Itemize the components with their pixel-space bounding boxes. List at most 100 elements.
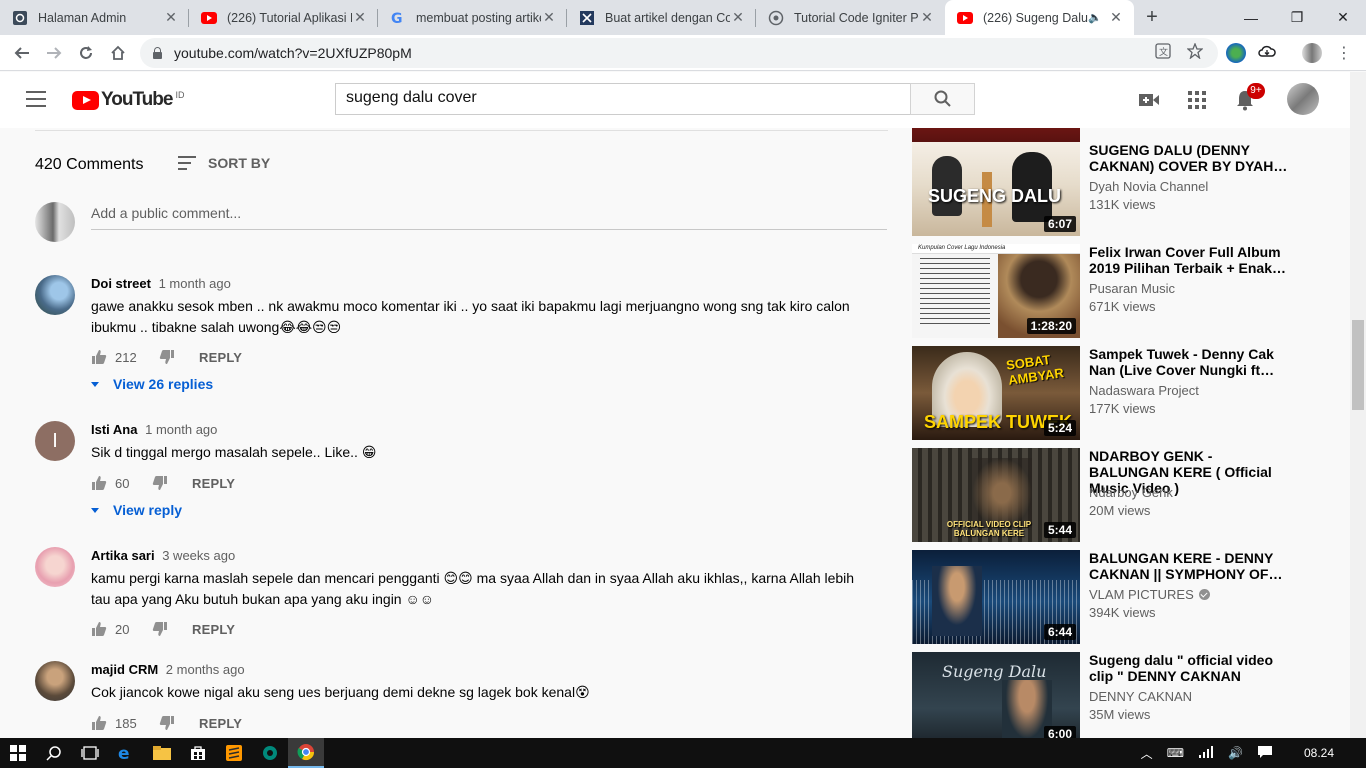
browser-tab-3[interactable]: G membuat posting artikel ✕	[378, 0, 567, 35]
video-title[interactable]: Felix Irwan Cover Full Album 2019 Piliha…	[1089, 244, 1289, 276]
thumbs-up-icon[interactable]	[91, 349, 107, 365]
thumbs-down-icon[interactable]	[152, 475, 168, 491]
comment-time[interactable]: 1 month ago	[159, 276, 231, 291]
video-title[interactable]: Sampek Tuwek - Denny Cak Nan (Live Cover…	[1089, 346, 1289, 378]
store-icon[interactable]	[180, 738, 216, 768]
channel-name[interactable]: Ndarboy Genk	[1089, 485, 1173, 500]
comment-time[interactable]: 1 month ago	[145, 422, 217, 437]
video-thumbnail[interactable]: SUGENG DALU 6:07	[912, 142, 1080, 236]
video-title[interactable]: SUGENG DALU (DENNY CAKNAN) COVER BY DYAH…	[1089, 142, 1289, 174]
thumbs-down-icon[interactable]	[159, 349, 175, 365]
view-replies-button[interactable]: View 26 replies	[91, 376, 213, 392]
close-icon[interactable]: ✕	[1108, 9, 1124, 26]
video-thumbnail[interactable]: Sugeng Dalu 6:00	[912, 652, 1080, 738]
reply-button[interactable]: REPLY	[192, 622, 235, 637]
avatar[interactable]	[35, 661, 75, 701]
channel-name[interactable]: DENNY CAKNAN	[1089, 689, 1192, 704]
minimize-button[interactable]: —	[1228, 0, 1274, 35]
speaker-icon[interactable]: 🔈	[1088, 11, 1102, 24]
action-center-icon[interactable]	[1257, 745, 1273, 762]
app-icon[interactable]	[252, 738, 288, 768]
close-window-button[interactable]: ✕	[1320, 0, 1366, 35]
network-icon[interactable]	[1198, 745, 1214, 762]
edge-browser-icon[interactable]: e	[108, 738, 144, 768]
reply-button[interactable]: REPLY	[192, 476, 235, 491]
view-replies-button[interactable]: View reply	[91, 502, 182, 518]
recommendation-item[interactable]: OFFICIAL VIDEO CLIP BALUNGAN KERE 5:44 N…	[912, 448, 1342, 542]
more-menu-icon[interactable]: ⋮	[1336, 43, 1352, 63]
video-title[interactable]: Sugeng dalu " official video clip " DENN…	[1089, 652, 1289, 684]
scrollbar-thumb[interactable]	[1352, 320, 1364, 410]
thumbs-down-icon[interactable]	[152, 621, 168, 637]
channel-name[interactable]: VLAM PICTURES	[1089, 587, 1210, 602]
avatar[interactable]	[35, 547, 75, 587]
forward-button[interactable]	[40, 39, 68, 67]
close-icon[interactable]: ✕	[352, 9, 368, 26]
chevron-up-icon[interactable]: ︿	[1141, 745, 1153, 762]
recommendation-item[interactable]: Sugeng Dalu 6:00 Sugeng dalu " official …	[912, 652, 1342, 738]
channel-name[interactable]: Nadaswara Project	[1089, 383, 1199, 398]
comment-time[interactable]: 2 months ago	[166, 662, 245, 677]
close-icon[interactable]: ✕	[730, 9, 746, 26]
search-button[interactable]	[910, 83, 975, 115]
extension-icon[interactable]	[1226, 43, 1246, 63]
menu-icon[interactable]	[26, 91, 46, 107]
add-comment-input[interactable]: Add a public comment...	[91, 205, 241, 221]
close-icon[interactable]: ✕	[919, 9, 935, 26]
comment-author[interactable]: Artika sari	[91, 548, 155, 563]
reply-button[interactable]: REPLY	[199, 350, 242, 365]
account-avatar[interactable]	[1287, 83, 1319, 115]
home-button[interactable]	[104, 39, 132, 67]
reply-button[interactable]: REPLY	[199, 716, 242, 731]
profile-avatar[interactable]	[1302, 43, 1322, 63]
comment-author[interactable]: Isti Ana	[91, 422, 137, 437]
video-thumbnail[interactable]: 6:44	[912, 550, 1080, 644]
close-icon[interactable]: ✕	[163, 9, 179, 26]
browser-tab-6-active[interactable]: (226) Sugeng Dalu 🔈 ✕	[945, 0, 1134, 35]
browser-tab-5[interactable]: Tutorial Code Igniter Pa ✕	[756, 0, 945, 35]
recommendation-item[interactable]: Kumpulan Cover Lagu Indonesia 1:28:20 Fe…	[912, 244, 1342, 338]
address-bar[interactable]: youtube.com/watch?v=2UXfUZP80pM	[140, 38, 1218, 68]
sublime-text-icon[interactable]	[216, 738, 252, 768]
recommendation-item[interactable]: SOBAT AMBYAR SAMPEK TUWEK 5:24 Sampek Tuw…	[912, 346, 1342, 440]
search-icon[interactable]	[36, 738, 72, 768]
comment-time[interactable]: 3 weeks ago	[162, 548, 235, 563]
maximize-button[interactable]: ❐	[1274, 0, 1320, 35]
cloud-download-icon[interactable]	[1258, 43, 1276, 62]
create-video-icon[interactable]	[1138, 89, 1160, 111]
keyboard-icon[interactable]: ⌨	[1167, 746, 1184, 760]
star-icon[interactable]	[1186, 42, 1204, 62]
back-button[interactable]	[8, 39, 36, 67]
youtube-logo[interactable]: YouTube ID	[72, 89, 184, 111]
thumbs-up-icon[interactable]	[91, 715, 107, 731]
search-input[interactable]: sugeng dalu cover	[335, 83, 911, 115]
comment-author[interactable]: majid CRM	[91, 662, 158, 677]
sort-by-button[interactable]: SORT BY	[178, 155, 270, 171]
avatar[interactable]: I	[35, 421, 75, 461]
close-icon[interactable]: ✕	[541, 9, 557, 26]
comment-author[interactable]: Doi street	[91, 276, 151, 291]
recommendation-item[interactable]: 6:44 BALUNGAN KERE - DENNY CAKNAN || SYM…	[912, 550, 1342, 644]
file-explorer-icon[interactable]	[144, 738, 180, 768]
clock[interactable]: 08.24	[1304, 746, 1334, 760]
avatar[interactable]	[35, 275, 75, 315]
channel-name[interactable]: Dyah Novia Channel	[1089, 179, 1208, 194]
channel-name[interactable]: Pusaran Music	[1089, 281, 1175, 296]
apps-grid-icon[interactable]	[1186, 89, 1208, 111]
volume-icon[interactable]: 🔊	[1228, 746, 1243, 760]
video-title[interactable]: BALUNGAN KERE - DENNY CAKNAN || SYMPHONY…	[1089, 550, 1289, 582]
browser-tab-4[interactable]: Buat artikel dengan Co ✕	[567, 0, 756, 35]
recommendation-item[interactable]: SUGENG DALU 6:07 SUGENG DALU (DENNY CAKN…	[912, 142, 1342, 236]
reload-button[interactable]	[72, 39, 100, 67]
windows-start-icon[interactable]	[0, 738, 36, 768]
task-view-icon[interactable]	[72, 738, 108, 768]
translate-icon[interactable]: 文	[1155, 43, 1171, 62]
video-thumbnail[interactable]: Kumpulan Cover Lagu Indonesia 1:28:20	[912, 244, 1080, 338]
thumbs-up-icon[interactable]	[91, 621, 107, 637]
chrome-icon[interactable]	[288, 738, 324, 768]
thumbs-up-icon[interactable]	[91, 475, 107, 491]
new-tab-button[interactable]: +	[1134, 0, 1170, 35]
browser-tab-1[interactable]: Halaman Admin ✕	[0, 0, 189, 35]
thumbs-down-icon[interactable]	[159, 715, 175, 731]
video-thumbnail[interactable]: SOBAT AMBYAR SAMPEK TUWEK 5:24	[912, 346, 1080, 440]
